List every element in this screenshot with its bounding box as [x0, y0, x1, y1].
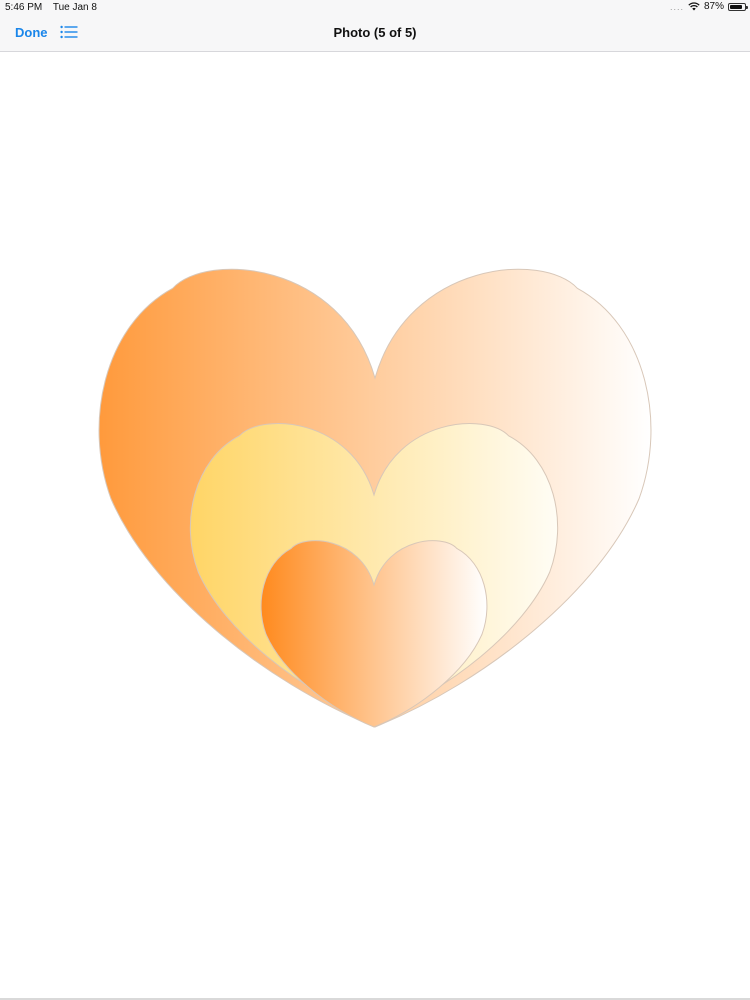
status-time-date: 5:46 PM Tue Jan 8: [5, 2, 105, 13]
photo-viewer[interactable]: [0, 52, 750, 998]
battery-percent: 87%: [703, 1, 724, 12]
wifi-icon: [688, 2, 700, 11]
battery-icon: [728, 2, 748, 11]
page-title: Photo (5 of 5): [333, 25, 417, 40]
hearts-image: [98, 268, 652, 728]
status-time: 5:46 PM: [5, 2, 43, 13]
cellular-dots-icon: ....: [669, 1, 684, 12]
battery-level: [730, 4, 742, 9]
status-bar: 5:46 PM Tue Jan 8 .... 87%: [0, 0, 750, 16]
status-date: Tue Jan 8: [52, 2, 97, 13]
navigation-bar: Done Photo (5 of 5): [0, 16, 750, 52]
status-indicators: .... 87%: [669, 1, 748, 12]
